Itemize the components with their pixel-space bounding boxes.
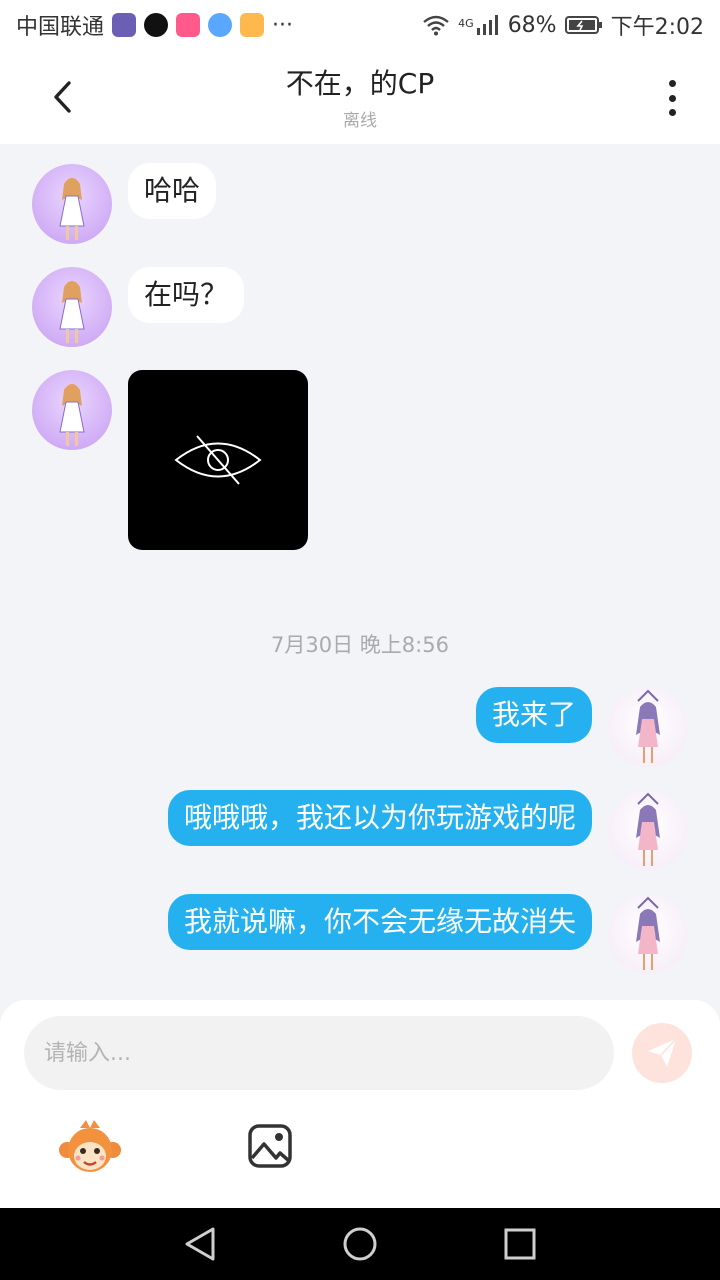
circle-home-icon [343,1227,377,1261]
send-image-button[interactable] [246,1122,294,1170]
anime-character-avatar-icon [59,178,85,240]
anime-character-avatar-icon [59,384,85,446]
message-timestamp: 7月30日 晚上8:56 [271,633,449,657]
tiktok-icon [144,13,169,37]
online-status: 离线 [343,111,377,131]
nav-back-button[interactable] [180,1224,220,1264]
signal-icon [476,15,498,35]
clock: 下午2:02 [610,15,704,40]
monkey-sticker-icon [59,1120,121,1172]
status-bar-left: 中国联通 ··· [16,9,293,41]
message-bubble-outgoing[interactable]: 哦哦哦，我还以为你玩游戏的呢 [167,790,592,846]
contact-avatar[interactable] [32,370,112,450]
more-dot [668,109,676,116]
message-composer [0,1000,720,1208]
anime-character-avatar-icon [636,792,660,866]
my-avatar[interactable] [608,894,688,974]
page-title: 不在，的CP [285,67,435,100]
hidden-image-message[interactable] [128,370,308,550]
message-list[interactable]: 哈哈 在吗？ 7月30日 晚上8:56 我来了 哦哦哦，我还以为你玩游戏的呢 我… [0,144,720,1000]
nav-recents-button[interactable] [500,1224,540,1264]
send-button[interactable] [632,1023,692,1083]
anime-character-avatar-icon [59,281,85,343]
status-bar: 中国联通 ··· 4G 68% 下午2:02 [0,0,720,50]
header-title-group: 不在，的CP 离线 [160,62,560,131]
my-avatar[interactable] [608,687,688,767]
battery-icon [564,16,602,34]
triangle-back-icon [185,1227,215,1261]
status-bar-right: 4G 68% 下午2:02 [422,9,704,41]
carrier-label: 中国联通 [16,15,105,40]
contact-avatar[interactable] [32,164,112,244]
sticker-button[interactable] [58,1118,122,1178]
battery-percent: 68% [507,12,557,38]
eye-off-icon [174,435,262,485]
more-options-button[interactable] [652,76,692,120]
app-notification-icon [112,13,137,37]
system-navigation-bar [0,1208,720,1280]
wifi-icon [423,15,449,36]
app-notification-icon [176,13,201,37]
message-bubble-outgoing[interactable]: 我就说嘛，你不会无缘无故消失 [167,894,592,950]
app-notification-icon [208,13,233,37]
back-button[interactable] [40,72,84,122]
network-type-label: 4G [458,17,474,30]
nav-home-button[interactable] [340,1224,380,1264]
anime-character-avatar-icon [636,896,660,970]
chevron-left-icon [54,81,71,113]
paper-plane-icon [648,1038,677,1067]
image-icon [248,1124,292,1168]
message-input[interactable] [24,1016,614,1090]
more-dot [668,94,676,102]
more-dot [668,80,676,87]
my-avatar[interactable] [608,790,688,870]
chat-header: 不在，的CP 离线 [0,50,720,144]
anime-character-avatar-icon [636,689,660,763]
app-notification-icon [240,13,265,37]
contact-avatar[interactable] [32,267,112,347]
square-recents-icon [504,1228,536,1260]
more-notifications-icon: ··· [272,12,293,38]
message-bubble-incoming[interactable]: 哈哈 [128,163,217,219]
message-bubble-incoming[interactable]: 在吗？ [128,267,245,323]
message-bubble-outgoing[interactable]: 我来了 [475,687,592,743]
